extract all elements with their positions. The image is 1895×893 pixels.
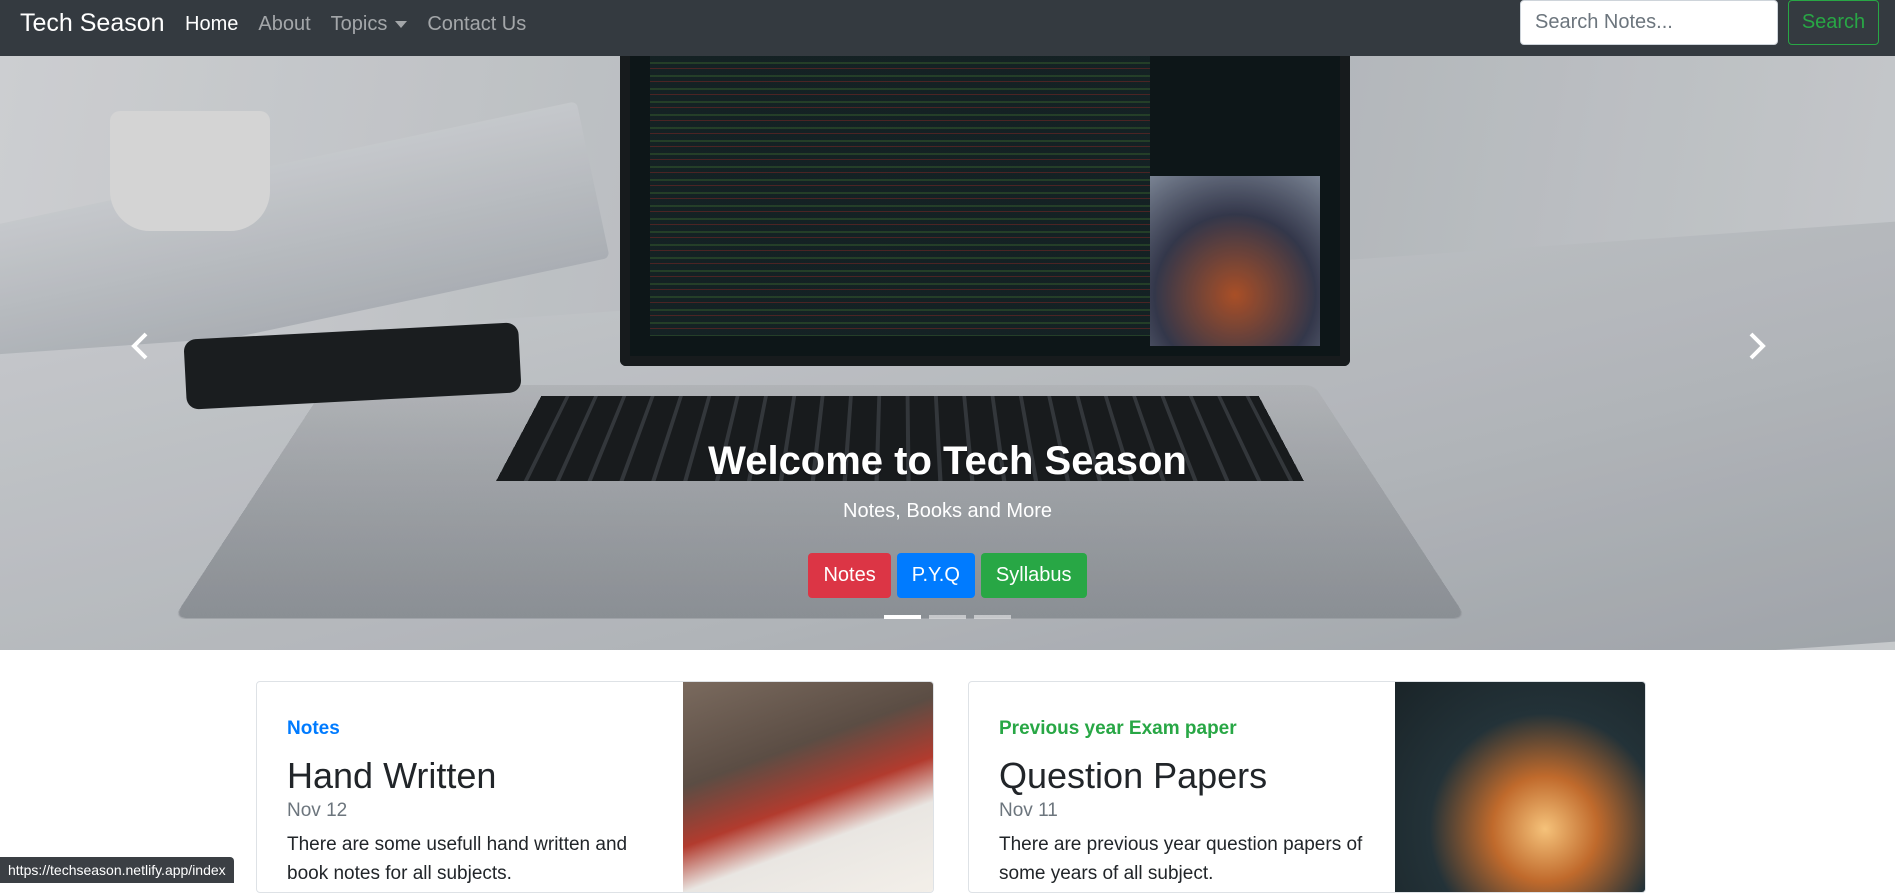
navbar: Tech Season Home About Topics Contact Us… (0, 0, 1895, 56)
carousel-indicators (0, 615, 1895, 619)
pyq-button[interactable]: P.Y.Q (896, 553, 975, 598)
card-title: Question Papers (999, 755, 1268, 796)
carousel-indicator-1[interactable] (884, 615, 921, 619)
hero-buttons: Notes P.Y.Q Syllabus (0, 553, 1895, 598)
nav-links: Home About Topics Contact Us (185, 12, 526, 36)
nav-topics-dropdown[interactable]: Topics (331, 12, 408, 36)
syllabus-button[interactable]: Syllabus (980, 553, 1087, 598)
carousel-indicator-3[interactable] (974, 615, 1011, 619)
carousel-prev-button[interactable] (122, 326, 162, 366)
carousel-next-button[interactable] (1735, 326, 1775, 366)
card-category: Previous year Exam paper (999, 718, 1237, 739)
card-description: There are some usefull hand written and … (287, 834, 628, 884)
card-date: Nov 11 (999, 800, 1058, 821)
carousel-caption: Welcome to Tech Season Notes, Books and … (0, 436, 1895, 524)
chevron-right-icon (1749, 332, 1766, 360)
hero-subtitle: Notes, Books and More (843, 500, 1052, 522)
nav-contact[interactable]: Contact Us (427, 12, 526, 36)
link-status-bar: https://techseason.netlify.app/index (0, 857, 234, 883)
search-button[interactable]: Search (1788, 0, 1879, 45)
notes-button[interactable]: Notes (808, 553, 891, 598)
card-question-papers: Previous year Exam paper Question Papers… (968, 681, 1646, 893)
chevron-down-icon (395, 20, 408, 28)
nav-topics-label: Topics (330, 13, 388, 35)
card-description: There are previous year question papers … (999, 834, 1363, 884)
hero-carousel: Welcome to Tech Season Notes, Books and … (0, 56, 1895, 650)
card-image-question-mark (1395, 682, 1645, 892)
nav-about[interactable]: About (258, 12, 310, 36)
card-date: Nov 12 (287, 800, 348, 821)
carousel-indicator-2[interactable] (929, 615, 966, 619)
card-title: Hand Written (287, 755, 497, 796)
search-input[interactable] (1520, 0, 1778, 45)
card-category: Notes (287, 718, 340, 739)
chevron-left-icon (131, 332, 148, 360)
card-image-writing (683, 682, 933, 892)
brand-link[interactable]: Tech Season (20, 8, 165, 38)
hero-title: Welcome to Tech Season (708, 439, 1187, 483)
card-hand-written: Notes Hand Written Nov 12 There are some… (256, 681, 934, 893)
nav-home[interactable]: Home (185, 12, 238, 36)
